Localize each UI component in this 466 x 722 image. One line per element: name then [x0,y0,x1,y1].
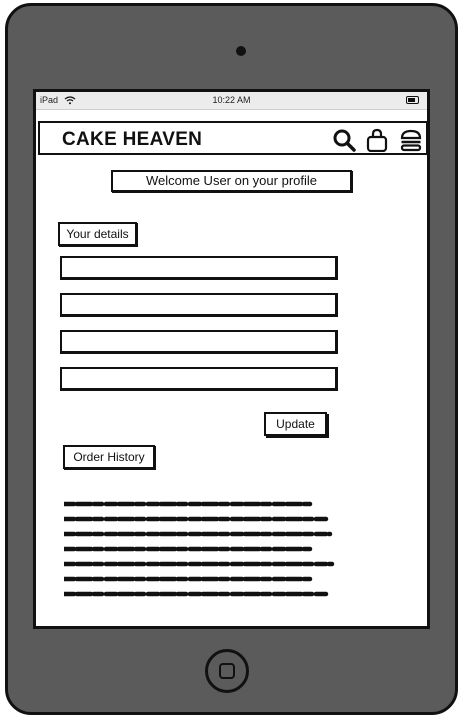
status-time: 10:22 AM [212,95,251,105]
details-field-1[interactable] [60,256,338,280]
menu-icon[interactable] [399,128,423,152]
welcome-banner: Welcome User on your profile [111,170,352,192]
order-history-scribble [64,501,335,597]
top-navbar: CAKE HEAVEN [38,121,427,155]
shopping-bag-icon[interactable] [365,128,389,152]
battery-icon [406,96,419,104]
tablet-screen: iPad 10:22 AM CAKE HEAVEN Welcome User o… [33,89,430,629]
status-bar: iPad 10:22 AM [36,92,427,110]
your-details-button[interactable]: Your details [58,222,137,246]
home-square-icon [219,663,235,679]
search-icon[interactable] [332,128,356,152]
details-field-3[interactable] [60,330,338,354]
home-button[interactable] [205,649,249,693]
brand-logo[interactable]: CAKE HEAVEN [62,129,202,151]
details-field-4[interactable] [60,367,338,391]
details-field-2[interactable] [60,293,338,317]
camera-dot [236,46,246,56]
order-history-button[interactable]: Order History [63,445,155,469]
update-button[interactable]: Update [264,412,327,436]
